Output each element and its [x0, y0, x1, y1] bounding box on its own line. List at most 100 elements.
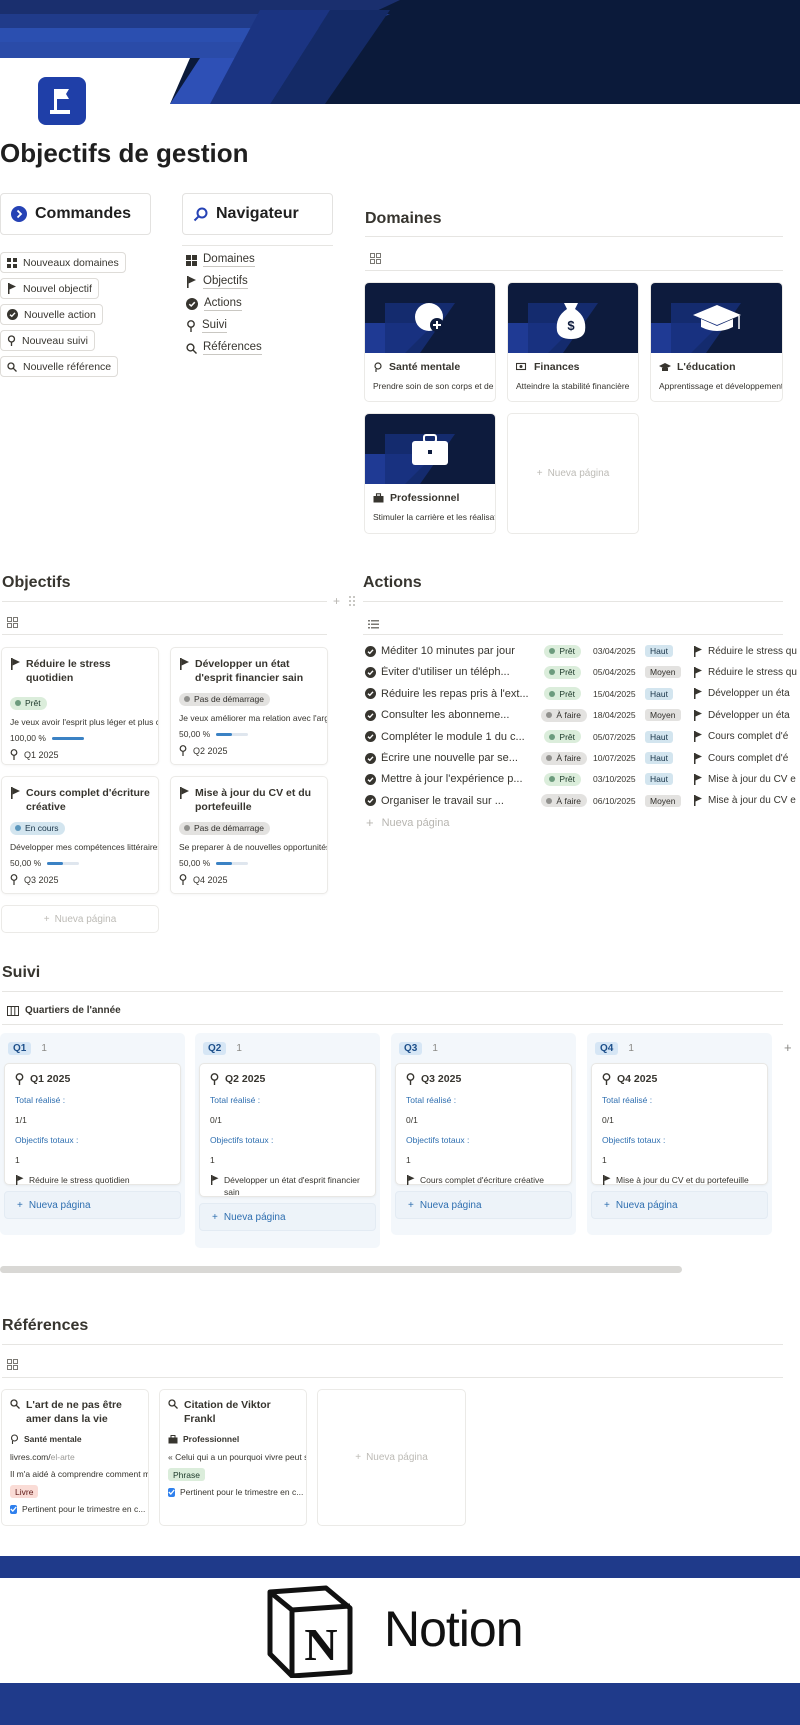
action-row[interactable]: Éviter d'utiliser un téléph... Prêt 05/04/…	[365, 662, 800, 682]
progress-label: 50,00 %	[179, 729, 211, 739]
tracking-objective-link[interactable]: Réduire le stress quotidien	[29, 1174, 130, 1186]
pin-icon	[179, 874, 187, 885]
actions-new-page[interactable]: + Nueva página	[366, 815, 449, 830]
flag-icon	[693, 709, 703, 721]
column-new-page[interactable]: + Nueva página	[199, 1203, 376, 1231]
action-row[interactable]: Compléter le module 1 du c... Prêt 05/07/2…	[365, 727, 800, 747]
plus-icon: +	[408, 1199, 414, 1211]
tracking-card[interactable]: Q3 2025 Total réalisé : 0/1 Objectifs totau…	[395, 1063, 572, 1185]
action-objective-link[interactable]: Réduire le stress qu	[693, 666, 797, 678]
domain-card-finances[interactable]: $ Finances Atteindre la stabilité financ…	[507, 282, 639, 402]
flag-icon	[179, 658, 189, 670]
objective-title: Mise à jour du CV et du portefeuille	[195, 787, 312, 813]
column-new-page[interactable]: + Nueva página	[4, 1191, 181, 1219]
domain-cover	[365, 283, 495, 353]
objectives-label: Objectifs totaux :	[602, 1135, 666, 1145]
new-objective-button[interactable]: Nouvel objectif	[0, 278, 99, 299]
tracking-objective-link[interactable]: Mise à jour du CV et du portefeuille	[616, 1174, 749, 1186]
flag-icon	[693, 795, 703, 807]
nav-link-references[interactable]: Références	[186, 337, 262, 359]
nav-link-actions[interactable]: Actions	[186, 293, 242, 315]
nav-link-objectives[interactable]: Objectifs	[186, 271, 248, 293]
new-reference-button[interactable]: Nouvelle référence	[0, 356, 119, 377]
quarter-tag[interactable]: Q3	[399, 1042, 423, 1055]
status-label: Prêt	[559, 667, 575, 678]
reference-link[interactable]: livres.com/el-arte	[2, 1452, 148, 1462]
objective-desc: Se preparer à de nouvelles opportunités …	[179, 842, 327, 852]
nav-link-domains[interactable]: Domaines	[186, 249, 255, 271]
tracking-objective-link[interactable]: Cours complet d'écriture créative	[420, 1174, 544, 1186]
progress-bar	[216, 732, 249, 736]
tracking-card[interactable]: Q2 2025 Total réalisé : 0/1 Objectifs totau…	[199, 1063, 376, 1197]
objective-desc: Je veux avoir l'esprit plus léger et plu…	[10, 717, 158, 727]
nav-link-label: Domaines	[203, 253, 255, 267]
reference-card[interactable]: Citation de Viktor Frankl Professionnel …	[159, 1389, 307, 1526]
nav-link-tracking[interactable]: Suivi	[186, 315, 227, 337]
action-row[interactable]: Écrire une nouvelle par se... À faire 10/0…	[365, 748, 800, 768]
action-objective-link[interactable]: Cours complet d'é	[693, 752, 788, 764]
domain-card-education[interactable]: L'éducation Apprentissage et développeme…	[650, 282, 783, 402]
action-row[interactable]: Méditer 10 minutes par jour Prêt 03/04/202…	[365, 641, 800, 661]
board-view-tab[interactable]: Quartiers de l'année	[7, 1005, 121, 1016]
new-tracking-button[interactable]: Nouveau suivi	[0, 330, 95, 351]
action-objective-link[interactable]: Développer un éta	[693, 688, 790, 700]
objectives-toolbar-divider	[2, 634, 327, 635]
action-row[interactable]: Réduire les repas pris à l'ext... Prêt 15/…	[365, 684, 800, 704]
tracking-heading: Suivi	[2, 964, 41, 981]
tracking-objective-link[interactable]: Développer un état d'esprit financier sa…	[224, 1174, 365, 1198]
objective-card[interactable]: Développer un état d'esprit financier sa…	[170, 647, 328, 765]
check-badge-icon	[365, 795, 376, 807]
objective-quarter: Q3 2025	[24, 874, 59, 885]
domain-card-mental-health[interactable]: Santé mentale Prendre soin de son corps …	[364, 282, 496, 402]
reference-check-label: Pertinent pour le trimestre en c...	[180, 1487, 304, 1497]
drag-handle-icon[interactable]	[348, 594, 356, 612]
reference-title: Citation de Viktor Frankl	[184, 1399, 271, 1425]
action-objective-link[interactable]: Cours complet d'é	[693, 731, 788, 743]
list-view-icon[interactable]	[368, 616, 379, 634]
objective-card[interactable]: Cours complet d'écriture créative En cou…	[1, 776, 159, 894]
new-domains-button[interactable]: Nouveaux domaines	[0, 252, 126, 273]
checkbox-checked-icon[interactable]	[10, 1504, 17, 1514]
action-objective-link[interactable]: Mise à jour du CV e	[693, 773, 796, 785]
gallery-view-icon[interactable]	[7, 615, 18, 633]
add-group-button[interactable]: +	[784, 1040, 792, 1055]
status-badge: Prêt	[544, 772, 581, 786]
objective-card[interactable]: Réduire le stress quotidien Prêt Je veux…	[1, 647, 159, 765]
action-objective-link[interactable]: Réduire le stress qu	[693, 645, 797, 657]
domains-new-page[interactable]: + Nueva página	[507, 413, 639, 534]
add-block-icon[interactable]: +	[333, 594, 340, 608]
column-new-page[interactable]: + Nueva página	[395, 1191, 572, 1219]
priority-badge: Haut	[645, 645, 673, 657]
domain-card-desc: Atteindre la stabilité financière	[516, 381, 630, 391]
domain-cover	[651, 283, 782, 353]
gallery-view-icon[interactable]	[7, 1357, 18, 1375]
nav-link-label: Actions	[204, 297, 242, 311]
objectives-new-page[interactable]: + Nueva página	[1, 905, 159, 933]
action-row[interactable]: Mettre à jour l'expérience p... Prêt 03/10…	[365, 769, 800, 789]
domain-card-desc: Prendre soin de son corps et de sc	[373, 381, 495, 391]
quarter-tag[interactable]: Q2	[203, 1042, 227, 1055]
gallery-view-icon[interactable]	[370, 251, 381, 269]
action-row[interactable]: Consulter les abonneme... À faire 18/04/20…	[365, 705, 800, 725]
action-row[interactable]: Organiser le travail sur ... À faire 06/10…	[365, 791, 800, 811]
check-badge-icon	[7, 309, 18, 320]
new-action-button[interactable]: Nouvelle action	[0, 304, 103, 325]
pin-icon	[602, 1073, 611, 1085]
horizontal-scrollbar[interactable]	[0, 1266, 682, 1273]
quarter-tag[interactable]: Q4	[595, 1042, 619, 1055]
action-objective-link[interactable]: Mise à jour du CV e	[693, 795, 796, 807]
quarter-tag[interactable]: Q1	[8, 1042, 32, 1055]
flag-icon	[693, 645, 703, 657]
action-objective-link[interactable]: Développer un éta	[693, 709, 790, 721]
tracking-card[interactable]: Q1 2025 Total réalisé : 1/1 Objectifs totau…	[4, 1063, 181, 1185]
references-new-page[interactable]: + Nueva página	[317, 1389, 466, 1526]
tracking-card[interactable]: Q4 2025 Total réalisé : 0/1 Objectifs totau…	[591, 1063, 768, 1185]
reference-card[interactable]: L'art de ne pas être amer dans la vie Sa…	[1, 1389, 149, 1526]
column-new-page[interactable]: + Nueva página	[591, 1191, 768, 1219]
page-flag-icon[interactable]	[38, 77, 86, 125]
checkbox-checked-icon[interactable]	[168, 1487, 175, 1497]
progress-label: 100,00 %	[10, 733, 46, 743]
domain-card-professional[interactable]: Professionnel Stimuler la carrière et le…	[364, 413, 496, 534]
tracking-divider	[2, 991, 783, 992]
objective-card[interactable]: Mise à jour du CV et du portefeuille Pas…	[170, 776, 328, 894]
